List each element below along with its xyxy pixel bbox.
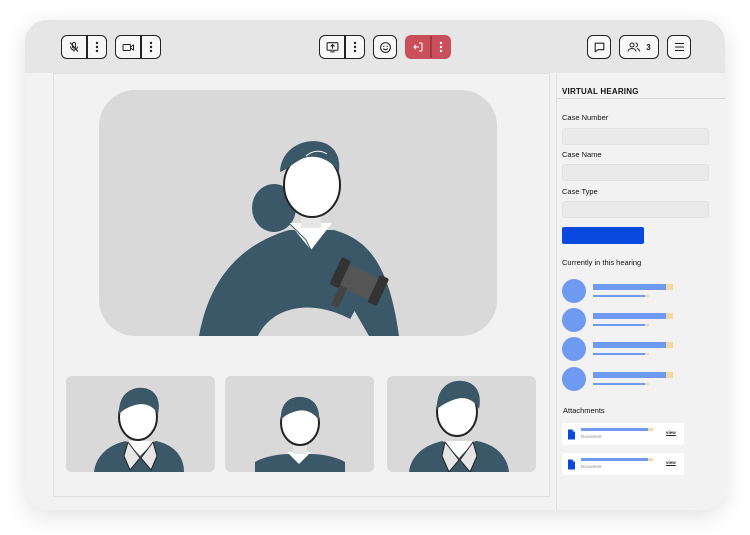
participant-list-item[interactable] xyxy=(562,308,722,334)
chat-icon xyxy=(594,42,604,52)
participants-button[interactable]: 3 xyxy=(619,35,659,59)
male-participant-illustration xyxy=(94,387,184,472)
avatar xyxy=(562,308,586,332)
attachments-heading: Attachments xyxy=(563,406,605,415)
participant-name-placeholder xyxy=(593,342,666,348)
smiley-icon xyxy=(379,41,391,53)
attachment-type: Document xyxy=(581,464,602,469)
case-number-field[interactable] xyxy=(562,128,709,145)
more-vertical-icon xyxy=(439,41,442,53)
participants-heading: Currently in this hearing xyxy=(562,258,642,267)
participant-name-placeholder xyxy=(593,284,666,290)
share-screen-icon xyxy=(326,42,338,53)
leave-options-button[interactable] xyxy=(432,36,451,58)
attachment-name-placeholder xyxy=(581,428,648,431)
attachment-type: Document xyxy=(581,434,602,439)
share-screen-button[interactable] xyxy=(320,36,344,58)
more-vertical-icon xyxy=(95,41,98,53)
participant-role-placeholder xyxy=(593,295,645,297)
video-camera-icon xyxy=(122,43,134,51)
divider xyxy=(557,98,725,99)
mic-options-button[interactable] xyxy=(88,36,107,58)
chat-button[interactable] xyxy=(587,35,611,59)
case-type-label: Case Type xyxy=(562,187,598,196)
share-control xyxy=(319,35,365,59)
hearing-details-panel: VIRTUAL HEARING Case Number Case Name Ca… xyxy=(556,73,725,510)
leave-button[interactable] xyxy=(406,36,430,58)
case-type-field[interactable] xyxy=(562,201,709,218)
leave-control xyxy=(405,35,451,59)
participant-video-tile[interactable] xyxy=(66,376,215,472)
mic-off-icon xyxy=(69,42,79,52)
mute-button[interactable] xyxy=(62,36,86,58)
document-icon xyxy=(568,429,575,440)
video-stage xyxy=(53,73,550,497)
more-vertical-icon xyxy=(353,41,356,53)
top-toolbar: 3 xyxy=(25,20,725,73)
view-attachment-link[interactable]: view xyxy=(666,460,676,465)
male-participant-illustration xyxy=(255,396,345,472)
menu-button[interactable] xyxy=(667,35,691,59)
avatar xyxy=(562,279,586,303)
participant-role-placeholder xyxy=(593,324,645,326)
participant-video-tile[interactable] xyxy=(225,376,374,472)
participant-list-item[interactable] xyxy=(562,367,722,393)
participants-icon xyxy=(627,42,641,52)
share-options-button[interactable] xyxy=(346,36,365,58)
panel-title: VIRTUAL HEARING xyxy=(562,87,639,96)
view-attachment-link[interactable]: view xyxy=(666,430,676,435)
participant-name-placeholder xyxy=(593,372,666,378)
participant-role-placeholder xyxy=(593,383,645,385)
case-number-label: Case Number xyxy=(562,113,609,122)
participant-video-tile[interactable] xyxy=(387,376,536,472)
attachment-item: Document view xyxy=(562,423,684,445)
attachment-name-placeholder xyxy=(581,458,648,461)
case-name-field[interactable] xyxy=(562,164,709,181)
microphone-control xyxy=(61,35,107,59)
menu-icon xyxy=(674,42,684,52)
submit-button[interactable] xyxy=(562,227,644,244)
more-vertical-icon xyxy=(149,41,152,53)
main-speaker-video[interactable] xyxy=(99,90,497,336)
document-icon xyxy=(568,459,575,470)
participant-list-item[interactable] xyxy=(562,337,722,363)
avatar xyxy=(562,367,586,391)
camera-options-button[interactable] xyxy=(142,36,161,58)
camera-button[interactable] xyxy=(116,36,140,58)
participants-count: 3 xyxy=(646,42,651,52)
participant-list-item[interactable] xyxy=(562,279,722,305)
camera-control xyxy=(115,35,161,59)
leave-icon xyxy=(413,42,423,52)
hearing-window: 3 VIRTUAL HEARING Case Number Case Name … xyxy=(25,20,725,510)
avatar xyxy=(562,337,586,361)
male-participant-illustration xyxy=(409,380,509,472)
attachment-item: Document view xyxy=(562,453,684,475)
participant-name-placeholder xyxy=(593,313,666,319)
case-name-label: Case Name xyxy=(562,150,602,159)
participant-role-placeholder xyxy=(593,353,645,355)
judge-illustration xyxy=(199,141,399,336)
reactions-button[interactable] xyxy=(373,35,397,59)
